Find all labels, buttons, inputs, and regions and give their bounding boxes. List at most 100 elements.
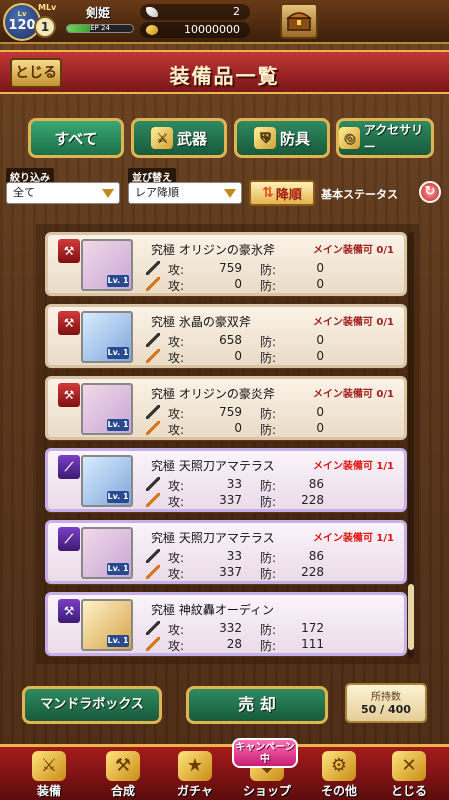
menu-button[interactable] (280, 3, 318, 39)
nav-equipment[interactable]: ⚔ 装備 (12, 747, 86, 800)
stat-row: 攻: 33 防: 86 (146, 477, 396, 493)
status-toggle-label: 基本ステータス (321, 188, 398, 201)
def-value: 228 (301, 493, 324, 507)
atk-value: 658 (219, 333, 242, 347)
atk-value: 0 (234, 421, 242, 435)
staff-icon (146, 493, 160, 507)
axe-type-icon: ⚒ (58, 239, 80, 263)
atk-value: 33 (226, 477, 242, 491)
level-value: 120 (8, 18, 36, 33)
def-label: 防: (260, 335, 277, 349)
item-thumbnail: Lv. 1 (81, 599, 133, 651)
atk-value: 332 (219, 621, 242, 635)
stat-row: 攻: 759 防: 0 (146, 261, 396, 277)
stat-row: 攻: 332 防: 172 (146, 621, 396, 637)
tab-all[interactable]: すべて (28, 118, 124, 158)
def-label: 防: (260, 551, 277, 565)
scrollbar-thumb[interactable] (408, 584, 414, 650)
sword-icon (146, 477, 160, 491)
item-name: 究極 オリジンの豪炎斧 (151, 387, 275, 401)
list-item[interactable]: ⚒ Lv. 1 究極 神紋轟オーディン 攻: 332 防: 172 攻: 28 … (45, 592, 407, 656)
item-thumbnail: Lv. 1 (81, 527, 133, 579)
def-label: 防: (260, 351, 277, 365)
close-icon: ✕ (392, 751, 426, 781)
item-name: 究極 神紋轟オーディン (151, 603, 274, 617)
player-name: 剣姫 (86, 6, 111, 20)
list-item[interactable]: ⚒ Lv. 1 究極 オリジンの豪炎斧 メイン装備可 0/1 攻: 759 防:… (45, 376, 407, 440)
item-level: Lv. 1 (107, 347, 129, 359)
staff-icon (146, 637, 160, 651)
atk-label: 攻: (168, 351, 185, 365)
item-thumbnail: Lv. 1 (81, 383, 133, 435)
atk-label: 攻: (168, 279, 185, 293)
stat-row: 攻: 0 防: 0 (146, 349, 396, 365)
staff-icon (146, 277, 160, 291)
sort-direction-button[interactable]: ⇅ 降順 (249, 180, 315, 206)
atk-label: 攻: (168, 479, 185, 493)
equip-status: メイン装備可 1/1 (312, 461, 394, 472)
atk-value: 33 (226, 549, 242, 563)
stat-row: 攻: 33 防: 86 (146, 549, 396, 565)
atk-value: 0 (234, 349, 242, 363)
sell-button[interactable]: 売 却 (186, 686, 328, 724)
list-item[interactable]: ⚒ Lv. 1 究極 氷晶の豪双斧 メイン装備可 0/1 攻: 658 防: 0… (45, 304, 407, 368)
sort-select[interactable]: レア降順 (128, 182, 242, 204)
equip-status: メイン装備可 1/1 (312, 533, 394, 544)
item-level: Lv. 1 (107, 275, 129, 287)
axe-type-icon: ⚒ (58, 311, 80, 335)
item-thumbnail: Lv. 1 (81, 311, 133, 363)
staff-icon (146, 349, 160, 363)
nav-gacha[interactable]: ★ ガチャ (158, 747, 232, 800)
atk-value: 759 (219, 261, 242, 275)
possession-count: 所持数 50 / 400 (345, 683, 427, 723)
bottom-nav: ⚔ 装備 ⚒ 合成 ★ ガチャ ◆ ショップ ⚙ その他 ✕ とじる (0, 744, 449, 800)
atk-label: 攻: (168, 335, 185, 349)
atk-value: 759 (219, 405, 242, 419)
nav-other[interactable]: ⚙ その他 (302, 747, 376, 800)
katana-type-icon: ⟋ (58, 527, 80, 551)
item-thumbnail: Lv. 1 (81, 239, 133, 291)
sword-icon (146, 333, 160, 347)
refresh-icon[interactable]: ↻ (419, 181, 441, 203)
sword-icon (146, 549, 160, 563)
atk-label: 攻: (168, 639, 185, 653)
gem-counter: 2 (140, 4, 250, 20)
nav-label: 合成 (110, 784, 135, 798)
nav-label: ガチャ (177, 784, 213, 798)
nav-close[interactable]: ✕ とじる (372, 747, 446, 800)
item-level: Lv. 1 (107, 635, 129, 647)
coin-counter: 10000000 (140, 22, 250, 38)
hammer-icon: ⚒ (106, 751, 140, 781)
atk-label: 攻: (168, 495, 185, 509)
mlv-label: MLv (38, 3, 57, 12)
staff-icon (146, 565, 160, 579)
nav-synthesis[interactable]: ⚒ 合成 (86, 747, 160, 800)
gem-value: 2 (233, 5, 240, 18)
katana-type-icon: ⟋ (58, 455, 80, 479)
tab-weapon[interactable]: ⚔ 武器 (131, 118, 227, 158)
page-title: 装備品一覧 (169, 64, 280, 88)
atk-label: 攻: (168, 263, 185, 277)
chevron-down-icon (224, 189, 236, 198)
list-item[interactable]: ⟋ Lv. 1 究極 天照刀アマテラス メイン装備可 1/1 攻: 33 防: … (45, 520, 407, 584)
item-level: Lv. 1 (107, 563, 129, 575)
campaign-badge[interactable]: キャンペーン中 (232, 738, 298, 768)
def-value: 111 (301, 637, 324, 651)
sort-value: レア降順 (135, 186, 179, 199)
nav-label: 装備 (36, 784, 61, 798)
filter-select[interactable]: 全て (6, 182, 120, 204)
list-item[interactable]: ⟋ Lv. 1 究極 天照刀アマテラス メイン装備可 1/1 攻: 33 防: … (45, 448, 407, 512)
tab-armor[interactable]: ⛨ 防具 (234, 118, 330, 158)
atk-label: 攻: (168, 551, 185, 565)
filter-value: 全て (13, 186, 35, 199)
gem-icon (146, 7, 158, 17)
sword-icon (146, 405, 160, 419)
sword-icon: ⚔ (150, 127, 173, 149)
def-value: 0 (316, 421, 324, 435)
tab-accessory[interactable]: ◎ アクセサリー (336, 118, 434, 158)
gacha-icon: ★ (178, 751, 212, 781)
mandora-box-button[interactable]: マンドラボックス (22, 686, 162, 724)
stat-row: 攻: 28 防: 111 (146, 637, 396, 653)
list-item[interactable]: ⚒ Lv. 1 究極 オリジンの豪氷斧 メイン装備可 0/1 攻: 759 防:… (45, 232, 407, 296)
def-label: 防: (260, 623, 277, 637)
